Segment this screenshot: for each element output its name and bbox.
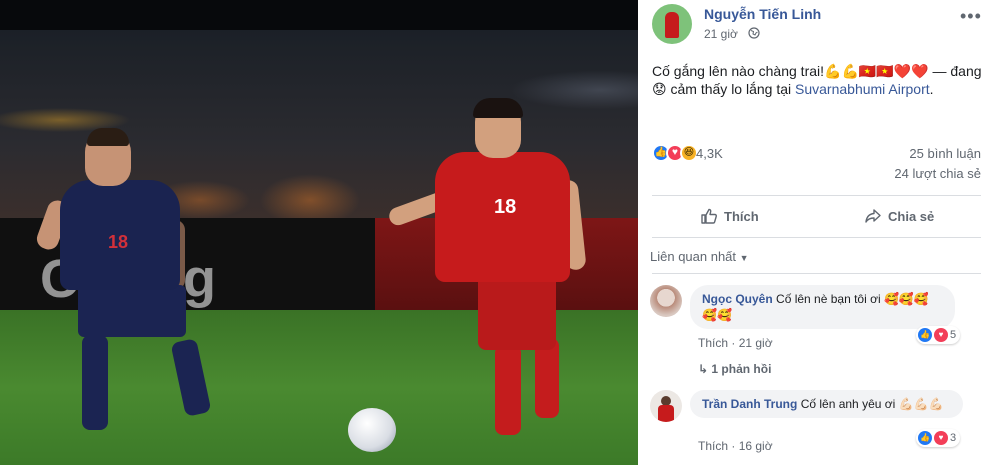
reply-arrow-icon: ↳ [698,362,709,376]
like-button[interactable]: Thích [700,204,759,228]
photo-top-bar [0,0,638,30]
comment-sort-dropdown[interactable]: Liên quan nhất ▼ [650,249,749,264]
comment-text: Cố lên anh yêu ơi 💪🏻💪🏻💪🏻 [800,397,944,411]
comment-bubble: Trần Danh Trung Cố lên anh yêu ơi 💪🏻💪🏻💪🏻 [690,390,963,418]
commenter-name[interactable]: Ngọc Quyên [702,292,773,306]
globe-icon[interactable] [748,27,760,39]
share-count[interactable]: 24 lượt chia sẻ [894,166,981,181]
comment-bubble: Ngọc Quyên Cố lên nè bạn tôi ơi 🥰🥰🥰🥰🥰 [690,285,955,329]
author-avatar[interactable] [652,4,692,44]
post-timestamp[interactable]: 21 giờ [704,27,738,41]
comment-meta: Thích · 21 giờ [698,336,773,350]
like-icon [701,208,717,224]
post-panel: Nguyễn Tiến Linh 21 giờ ••• Cố gắng lên … [638,0,995,465]
comment-count[interactable]: 25 bình luận [909,146,981,161]
comment-reactions[interactable]: 👍 ♥ 5 [916,326,961,344]
chevron-down-icon: ▼ [739,253,749,263]
divider [652,273,981,274]
divider [652,237,981,238]
comment-reactions[interactable]: 👍 ♥ 3 [916,429,961,447]
location-link[interactable]: Suvarnabhumi Airport [795,81,930,97]
comment-like-link[interactable]: Thích [698,439,728,453]
view-replies-link[interactable]: ↳ 1 phản hồi [698,362,771,376]
commenter-avatar[interactable] [650,390,682,422]
author-name[interactable]: Nguyễn Tiến Linh [704,6,821,22]
vn-jersey-number: 18 [494,196,517,218]
football [348,408,396,452]
commenter-name[interactable]: Trần Danh Trung [702,397,797,411]
comment-time[interactable]: 16 giờ [739,439,773,453]
comment-meta: Thích · 16 giờ [698,439,773,453]
comment-time[interactable]: 21 giờ [739,336,773,350]
more-options-icon[interactable]: ••• [960,6,982,27]
share-button[interactable]: Chia sẻ [864,204,934,228]
commenter-avatar[interactable] [650,285,682,317]
thai-jersey-number: 18 [108,232,129,252]
post-photo[interactable]: Chang 18 18 [0,0,638,465]
post-text: Cố gắng lên nào chàng trai!💪💪🇻🇳🇻🇳❤️❤️ — … [652,63,982,97]
comment-like-link[interactable]: Thích [698,336,728,350]
divider [652,195,981,196]
reaction-count[interactable]: 4,3K [696,146,723,161]
share-icon [865,209,881,223]
